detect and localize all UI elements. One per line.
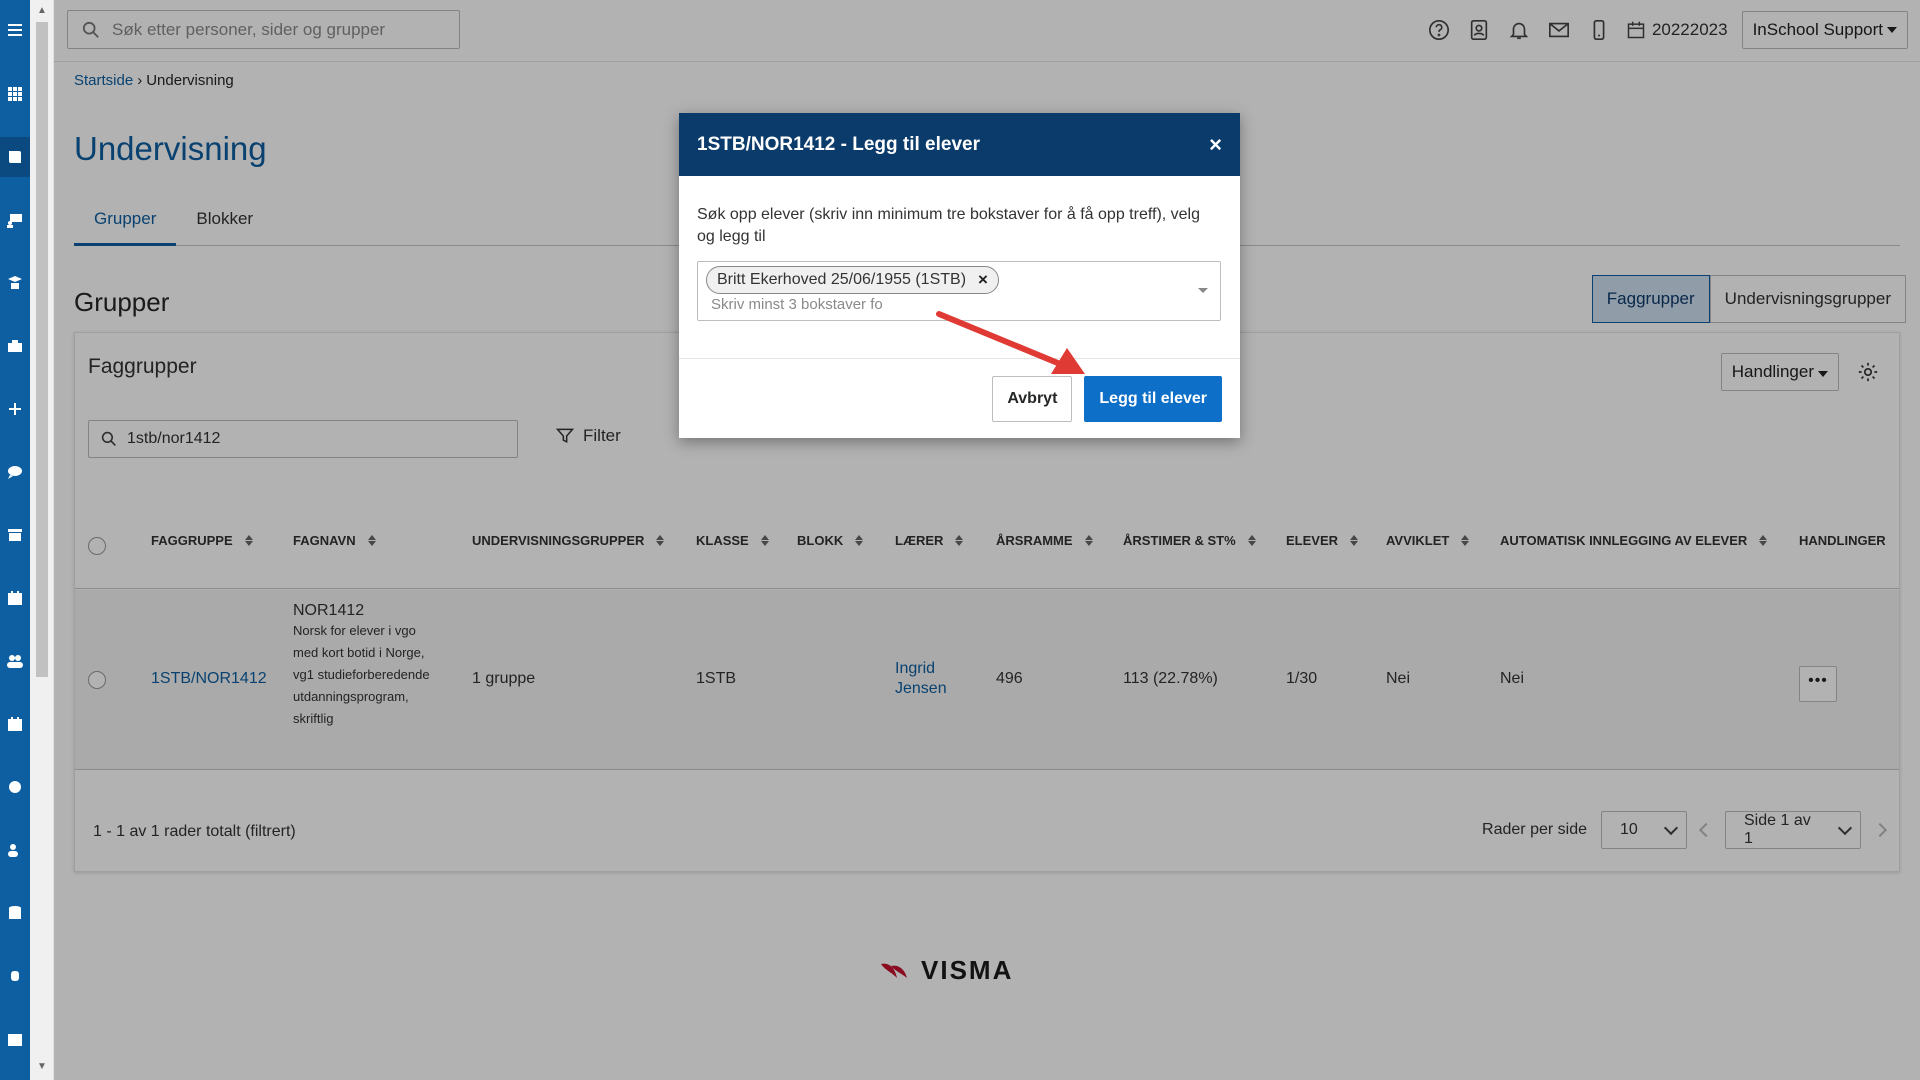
add-students-button[interactable]: Legg til elever [1084, 375, 1222, 422]
dropdown-caret-icon[interactable] [1198, 288, 1208, 293]
calendar-icon[interactable] [0, 578, 30, 618]
plus-icon[interactable] [0, 389, 30, 429]
schedule-icon[interactable] [0, 1019, 30, 1059]
modal-instructions: Søk opp elever (skriv inn minimum tre bo… [697, 206, 1201, 245]
dashboard-icon[interactable] [0, 74, 30, 114]
sync-icon[interactable] [0, 767, 30, 807]
chip-label: Britt Ekerhoved 25/06/1955 (1STB) [717, 271, 967, 288]
close-icon[interactable]: × [1209, 132, 1222, 158]
calendar-check-icon[interactable] [0, 704, 30, 744]
student-search-input[interactable]: Skriv minst 3 bokstaver fo [711, 296, 896, 313]
chat-icon[interactable] [0, 452, 30, 492]
modal-header: 1STB/NOR1412 - Legg til elever × [679, 113, 1240, 176]
archive-icon[interactable] [0, 515, 30, 555]
classroom-icon[interactable] [0, 200, 30, 240]
user-check-icon[interactable] [0, 830, 30, 870]
left-nav-rail [0, 0, 30, 1080]
cancel-button[interactable]: Avbryt [992, 375, 1073, 422]
menu-icon[interactable] [0, 10, 30, 50]
scroll-down-icon[interactable]: ▼ [36, 1060, 48, 1074]
teaching-book-icon[interactable] [0, 137, 30, 177]
remove-chip-icon[interactable]: × [978, 270, 988, 290]
page-scrollbar[interactable]: ▲ ▼ [30, 0, 54, 1080]
briefcase-icon[interactable] [0, 326, 30, 366]
users-icon[interactable] [0, 641, 30, 681]
modal-title: 1STB/NOR1412 - Legg til elever [697, 133, 980, 155]
add-students-modal: 1STB/NOR1412 - Legg til elever × Søk opp… [679, 113, 1240, 438]
scrollbar-thumb[interactable] [36, 22, 48, 677]
hand-icon[interactable] [0, 956, 30, 996]
student-icon[interactable] [0, 263, 30, 303]
annotation-arrow [936, 311, 1085, 374]
database-icon[interactable] [0, 893, 30, 933]
scroll-up-icon[interactable]: ▲ [36, 4, 48, 18]
selected-student-chip: Britt Ekerhoved 25/06/1955 (1STB) × [706, 266, 999, 294]
